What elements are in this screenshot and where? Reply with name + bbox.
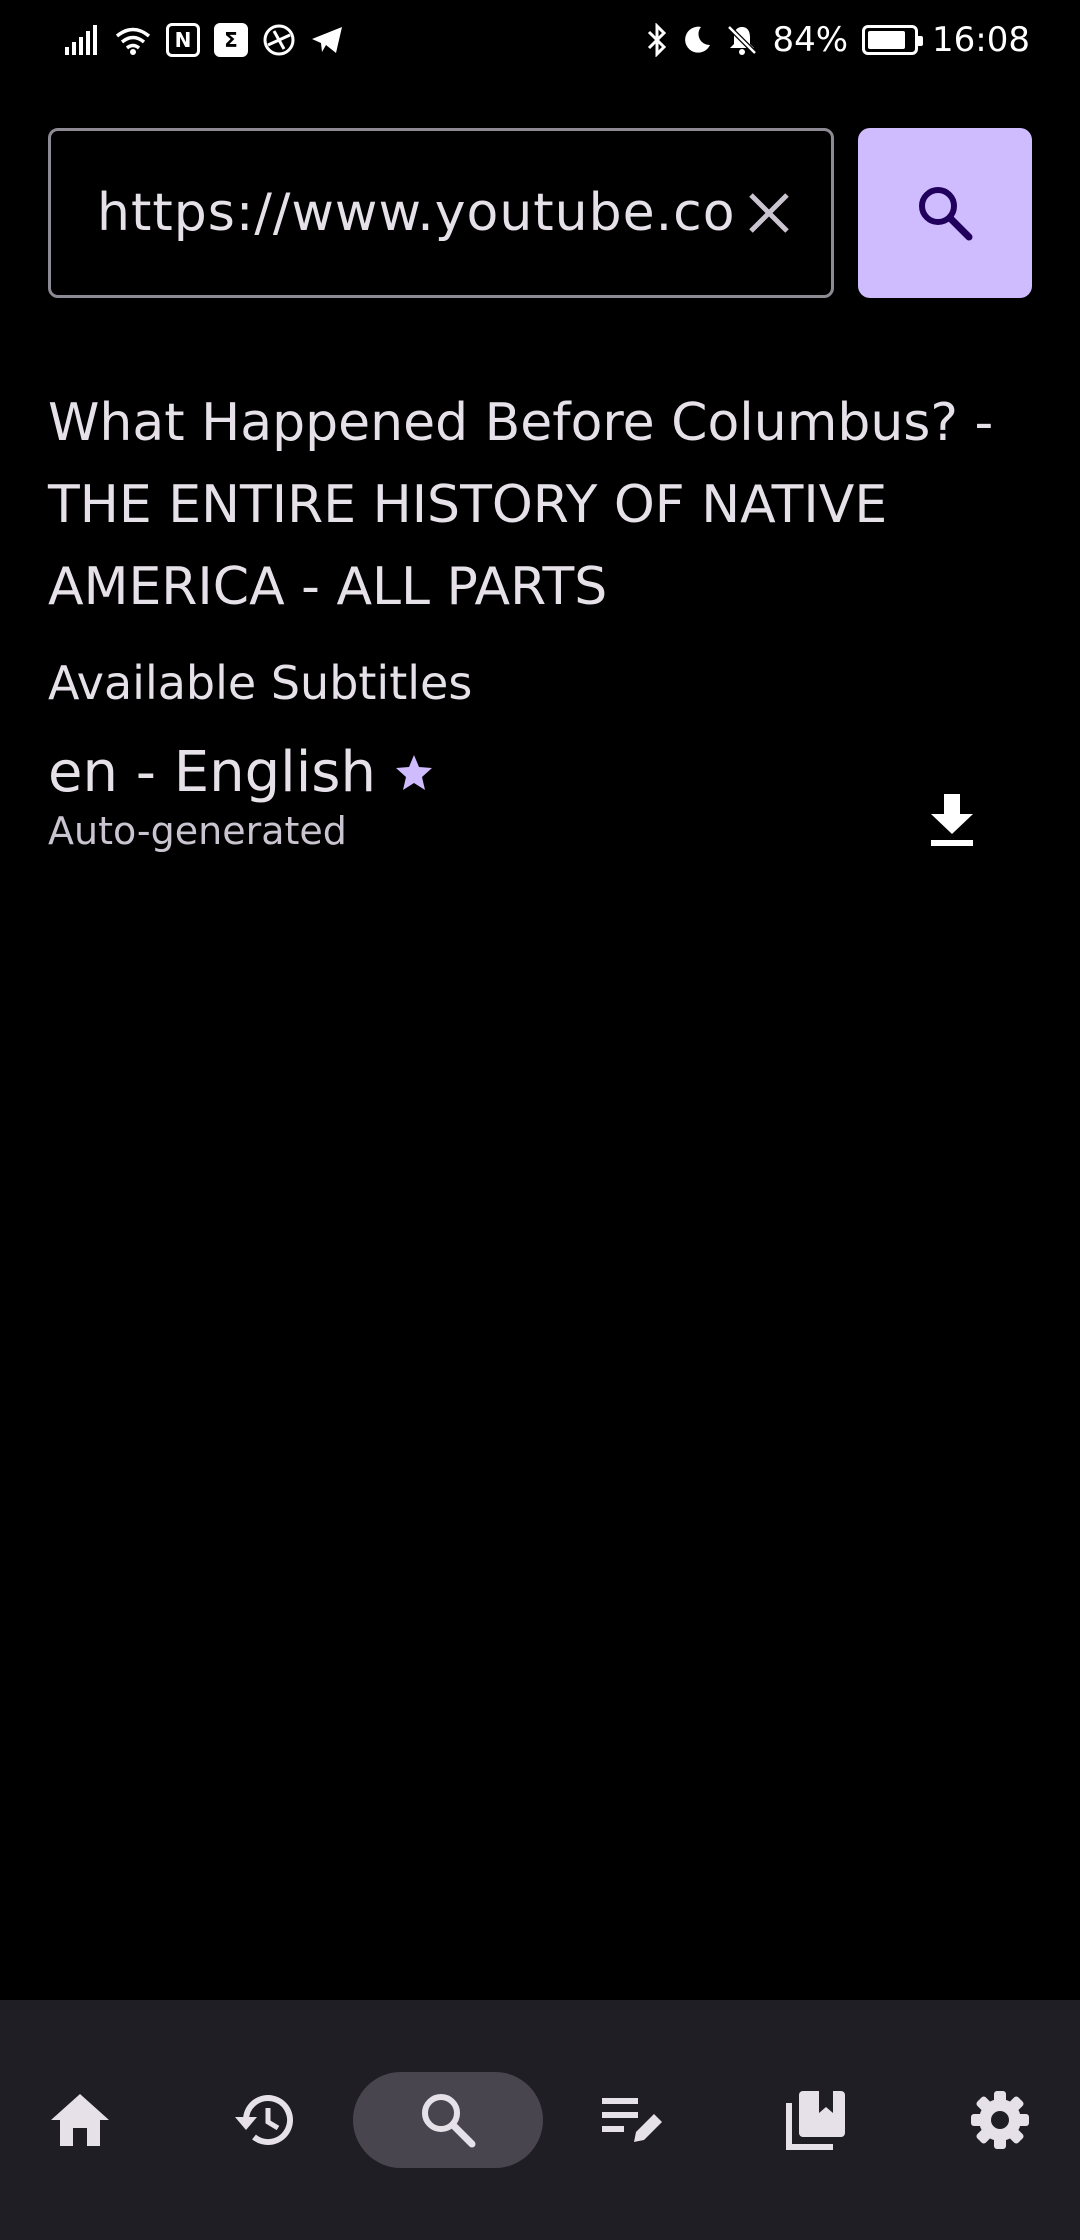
telegram-icon bbox=[310, 25, 344, 55]
bottom-navigation bbox=[0, 2000, 1080, 2240]
subtitle-type: Auto-generated bbox=[48, 809, 347, 853]
bluetooth-icon bbox=[646, 23, 668, 57]
sigma-app-icon: Σ bbox=[214, 23, 248, 57]
url-input-value[interactable]: https://www.youtube.com/ bbox=[97, 183, 733, 243]
url-input[interactable]: https://www.youtube.com/ bbox=[48, 128, 834, 298]
search-icon bbox=[422, 2094, 476, 2148]
status-icons-right: 84% 16:08 bbox=[646, 20, 1030, 60]
battery-icon bbox=[862, 25, 924, 55]
nav-settings[interactable] bbox=[905, 2072, 1080, 2168]
nav-home[interactable] bbox=[0, 2072, 175, 2168]
clock: 16:08 bbox=[932, 20, 1030, 60]
section-header: Available Subtitles bbox=[48, 656, 473, 710]
settings-icon bbox=[971, 2091, 1029, 2149]
close-icon bbox=[749, 193, 789, 233]
moon-icon bbox=[682, 25, 712, 55]
download-button[interactable] bbox=[912, 780, 992, 860]
home-icon bbox=[51, 2094, 109, 2146]
search-bar: https://www.youtube.com/ bbox=[48, 128, 1032, 298]
nfc-icon: N bbox=[166, 23, 200, 57]
nav-library[interactable] bbox=[721, 2072, 911, 2168]
search-button[interactable] bbox=[858, 128, 1032, 298]
status-icons-left: N Σ bbox=[64, 23, 344, 57]
subtitle-language: en - English bbox=[48, 740, 376, 805]
nav-edit-list[interactable] bbox=[537, 2072, 727, 2168]
wifi-icon bbox=[114, 25, 152, 55]
nav-search[interactable] bbox=[353, 2072, 543, 2168]
battery-percent: 84% bbox=[772, 20, 849, 60]
status-bar: N Σ 84% 16:08 bbox=[0, 0, 1080, 80]
search-icon bbox=[919, 187, 973, 241]
star-icon bbox=[395, 754, 432, 790]
history-icon bbox=[235, 2095, 293, 2146]
nav-history[interactable] bbox=[169, 2072, 359, 2168]
edit-list-icon bbox=[602, 2098, 662, 2142]
library-icon bbox=[786, 2091, 845, 2150]
video-title: What Happened Before Columbus? - THE ENT… bbox=[48, 393, 994, 617]
signal-icon bbox=[64, 25, 100, 55]
subtitle-list-item[interactable]: en - English Auto-generated bbox=[48, 740, 1032, 880]
download-icon bbox=[931, 794, 973, 846]
clear-button[interactable] bbox=[737, 181, 801, 245]
bell-off-icon bbox=[726, 24, 758, 56]
app-icon bbox=[262, 23, 296, 57]
